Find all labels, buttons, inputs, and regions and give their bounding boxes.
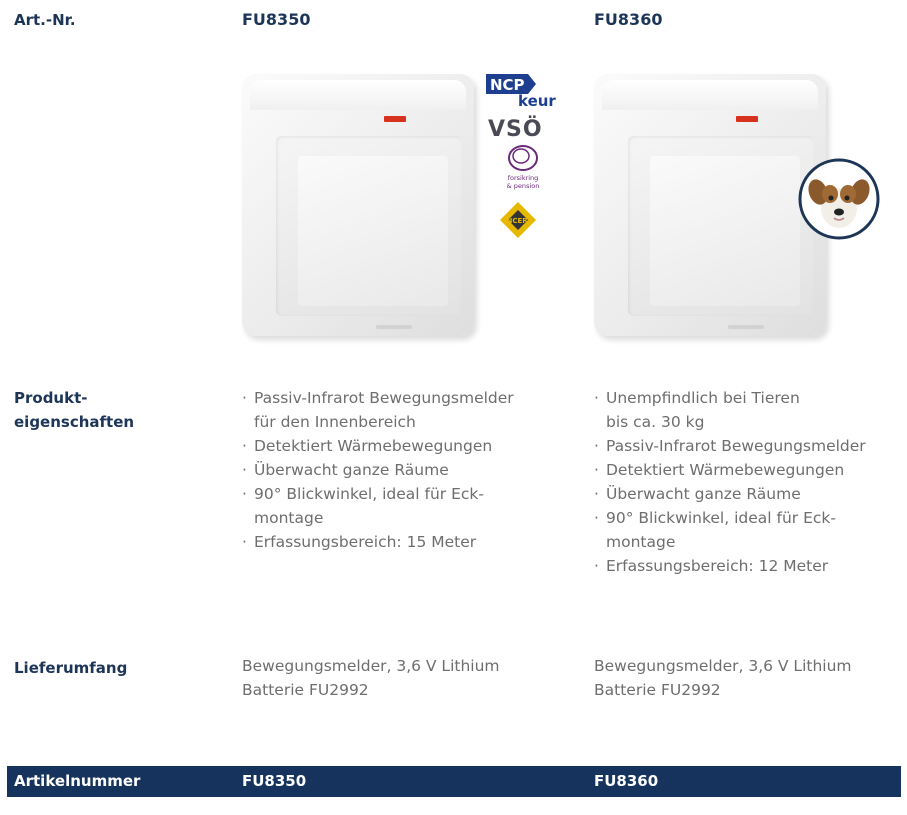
feature-line: Überwacht ganze Räume xyxy=(254,461,449,479)
svg-text:INCERT: INCERT xyxy=(504,217,532,225)
delivery-fu8360: Bewegungsmelder, 3,6 V Lithium Batterie … xyxy=(594,657,852,699)
status-led-icon xyxy=(736,116,758,122)
header-article-fu8350: FU8350 xyxy=(242,10,311,29)
feature-line: Unempfindlich bei Tieren xyxy=(606,389,800,407)
delivery-label: Lieferumfang xyxy=(14,659,128,677)
incert-logo-icon: INCERT xyxy=(498,200,538,240)
ncp-keur-logo-icon: NCP keur xyxy=(484,70,560,110)
feature-item: Passiv-Infrarot Bewegungsmelder für den I… xyxy=(242,386,562,434)
feature-line: Erfassungsbereich: 15 Meter xyxy=(254,533,477,551)
feature-item: Erfassungsbereich: 15 Meter xyxy=(242,530,562,554)
feature-item: Überwacht ganze Räume xyxy=(242,458,562,482)
svg-text:& pension: & pension xyxy=(507,182,540,190)
feature-line: Passiv-Infrarot Bewegungsmelder xyxy=(606,437,866,455)
feature-line: bis ca. 30 kg xyxy=(606,413,705,431)
features-label: Produkt- eigenschaften xyxy=(14,389,135,431)
header-label: Art.-Nr. xyxy=(14,11,76,29)
feature-line: 90° Blickwinkel, ideal für Eck- xyxy=(254,485,484,503)
footer-article-fu8360: FU8360 xyxy=(594,772,659,790)
svg-text:VSÖ: VSÖ xyxy=(488,116,543,140)
forsikring-pension-logo-icon: forsikring & pension xyxy=(500,142,546,194)
footer-label: Artikelnummer xyxy=(14,772,141,790)
feature-item: Unempfindlich bei Tieren bis ca. 30 kg xyxy=(594,386,900,434)
header-article-fu8360: FU8360 xyxy=(594,10,663,29)
feature-line: für den Innenbereich xyxy=(254,413,416,431)
feature-item: Passiv-Infrarot Bewegungsmelder xyxy=(594,434,900,458)
motion-detector-image-fu8360 xyxy=(594,74,826,336)
feature-line: Erfassungsbereich: 12 Meter xyxy=(606,557,829,575)
features-list-fu8360: Unempfindlich bei Tieren bis ca. 30 kg Pas… xyxy=(594,386,900,578)
feature-line: Detektiert Wärmebewegungen xyxy=(254,437,493,455)
feature-item: Überwacht ganze Räume xyxy=(594,482,900,506)
feature-item: Erfassungsbereich: 12 Meter xyxy=(594,554,900,578)
feature-item: Detektiert Wärmebewegungen xyxy=(242,434,562,458)
feature-line: Überwacht ganze Räume xyxy=(606,485,801,503)
motion-detector-image-fu8350 xyxy=(242,74,474,336)
feature-item: Detektiert Wärmebewegungen xyxy=(594,458,900,482)
feature-line: Detektiert Wärmebewegungen xyxy=(606,461,845,479)
status-led-icon xyxy=(384,116,406,122)
svg-text:forsikring: forsikring xyxy=(508,174,539,182)
feature-item: 90° Blickwinkel, ideal für Eck-montage xyxy=(594,506,900,554)
features-list-fu8350: Passiv-Infrarot Bewegungsmelder für den I… xyxy=(242,386,562,554)
footer-article-fu8350: FU8350 xyxy=(242,772,307,790)
vso-logo-icon: VSÖ xyxy=(486,114,556,142)
feature-line: 90° Blickwinkel, ideal für Eck- xyxy=(606,509,836,527)
feature-line: montage xyxy=(606,533,676,551)
pet-dog-icon xyxy=(798,158,880,240)
feature-line: montage xyxy=(254,509,324,527)
svg-text:keur: keur xyxy=(518,92,556,110)
feature-line: Passiv-Infrarot Bewegungsmelder xyxy=(254,389,514,407)
feature-item: 90° Blickwinkel, ideal für Eck-montage xyxy=(242,482,562,530)
delivery-fu8350: Bewegungsmelder, 3,6 V Lithium Batterie … xyxy=(242,657,500,699)
footer-bar: Artikelnummer FU8350 FU8360 xyxy=(7,766,901,797)
